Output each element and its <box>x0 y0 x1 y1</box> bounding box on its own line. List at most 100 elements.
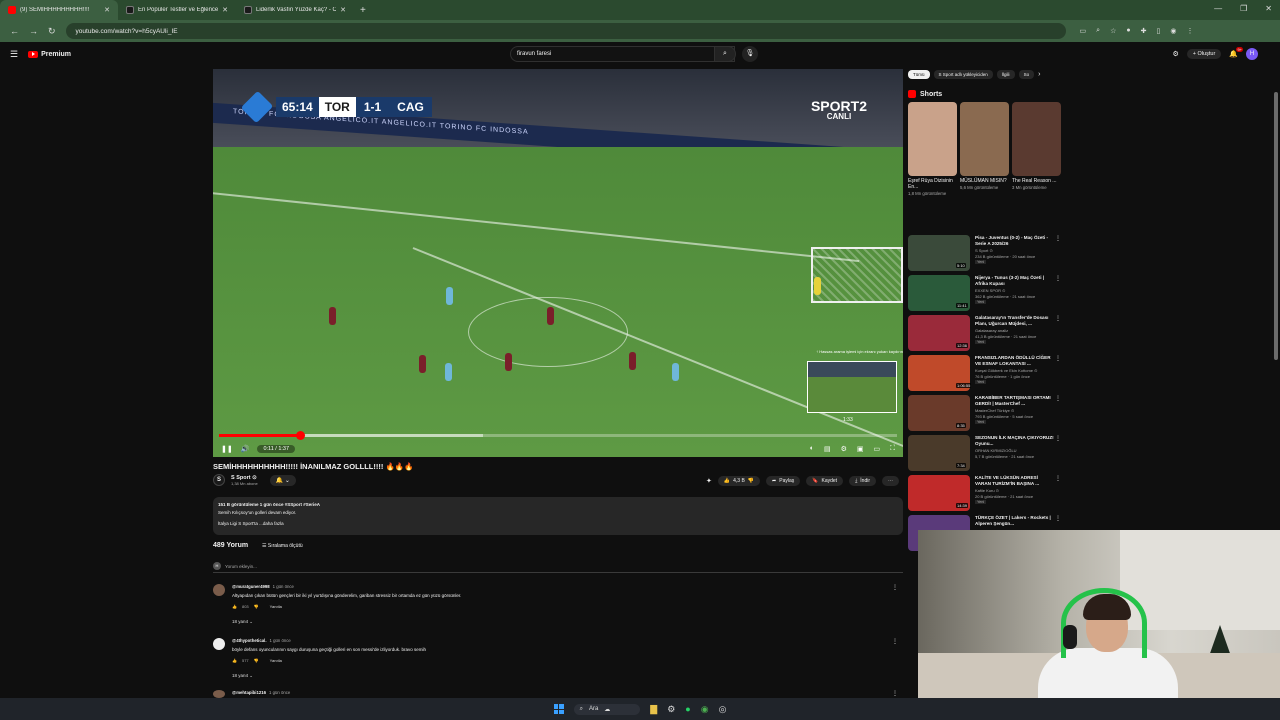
browser-menu-icon[interactable]: ⋮ <box>1186 27 1193 35</box>
minimize-icon[interactable]: — <box>1214 4 1222 13</box>
miniplayer-icon[interactable]: ▣ <box>857 445 864 453</box>
bookmark-star-icon[interactable]: ☆ <box>1110 27 1116 35</box>
commenter-avatar[interactable] <box>213 690 225 698</box>
gear-icon[interactable]: ⚙ <box>1173 50 1179 58</box>
video-player[interactable]: TORINO FC INDOSSA ANGELICO.IT ANGELICO.I… <box>213 69 903 457</box>
replies-toggle[interactable]: 18 yanıt ⌄ <box>232 673 253 679</box>
file-explorer-icon[interactable]: ▇ <box>650 704 657 715</box>
video-menu-icon[interactable]: ⋮ <box>1055 435 1061 442</box>
reply-button[interactable]: Yanıtla <box>270 658 282 663</box>
video-menu-icon[interactable]: ⋮ <box>1055 235 1061 242</box>
description-box[interactable]: 151 B görüntüleme 1 gün önce #SSport #Se… <box>213 497 903 535</box>
comment-menu-icon[interactable]: ⋮ <box>892 690 898 697</box>
close-tab-icon[interactable]: ✕ <box>222 6 228 14</box>
video-menu-icon[interactable]: ⋮ <box>1055 315 1061 322</box>
like-icon[interactable]: 👍 <box>232 658 237 663</box>
taskbar-search[interactable]: ⌕ Ara ☁ <box>573 703 641 715</box>
channel-avatar[interactable]: S <box>213 474 225 486</box>
dislike-icon[interactable]: 👎 <box>254 604 259 609</box>
avatar[interactable]: H <box>1246 48 1258 60</box>
recommended-video[interactable]: 12:36 Galatasaray'ın Transfer'de Dosası P… <box>908 315 1068 353</box>
comment-menu-icon[interactable]: ⋮ <box>892 584 898 591</box>
forward-icon[interactable]: → <box>29 26 38 36</box>
progress-bar[interactable] <box>219 431 897 440</box>
extensions-puzzle-icon[interactable]: ✚ <box>1141 27 1147 35</box>
autoplay-toggle-icon[interactable]: ◐ <box>810 445 814 453</box>
windows-start-icon[interactable] <box>553 704 564 714</box>
subscribe-bell-button[interactable]: 🔔 ⌄ <box>269 474 296 486</box>
add-comment-field[interactable]: H Yorum ekleyin... <box>213 562 903 573</box>
reply-button[interactable]: Yanıtla <box>270 604 282 609</box>
pause-icon[interactable]: ❚❚ <box>221 445 233 453</box>
recommended-video[interactable]: 5:10 Pisa - Juventus (0-2) - Maç Özeti - … <box>908 235 1068 273</box>
subtitles-icon[interactable]: ▤ <box>824 445 831 453</box>
settings-icon[interactable]: ⚙ <box>667 704 675 715</box>
short-item[interactable]: MÜSLÜMAN MISIN? 5,6 Mn görüntüleme <box>960 102 1009 196</box>
save-button[interactable]: 🔖 Kaydet <box>806 476 844 486</box>
settings-gear-icon[interactable]: ⚙ <box>841 445 847 453</box>
hamburger-menu-icon[interactable]: ☰ <box>10 49 18 60</box>
close-tab-icon[interactable]: ✕ <box>340 6 346 14</box>
back-icon[interactable]: ← <box>10 26 19 36</box>
replies-toggle[interactable]: 18 yanıt ⌄ <box>232 619 253 625</box>
comment-author[interactable]: @muratguner4998 1 gün önce <box>232 584 294 589</box>
video-menu-icon[interactable]: ⋮ <box>1055 275 1061 282</box>
maximize-icon[interactable]: ❐ <box>1240 4 1247 13</box>
sort-button[interactable]: ☰ Sıralama ölçütü <box>262 543 303 549</box>
dislike-icon[interactable]: 👎 <box>748 478 754 484</box>
theater-mode-icon[interactable]: ▭ <box>873 445 880 453</box>
whatsapp-icon[interactable]: ● <box>685 704 690 714</box>
chip-all[interactable]: Tümü <box>908 70 930 79</box>
short-item[interactable]: The Real Reason ... 3 Mn görüntüleme <box>1012 102 1061 196</box>
browser-tab-1[interactable]: (9) SEMİHHHHHHHHH!!!! ✕ <box>0 0 118 20</box>
recommended-video[interactable]: 7:34 SEZONUN İLK MAÇINA ÇIKIYORUZ! Oyunu.… <box>908 435 1068 473</box>
comment-author[interactable]: @mehtapibi1216 1 gün önce <box>232 690 290 695</box>
reload-icon[interactable]: ↻ <box>48 26 56 37</box>
commenter-avatar[interactable] <box>213 638 225 650</box>
video-menu-icon[interactable]: ⋮ <box>1055 515 1061 522</box>
chip-more[interactable]: So <box>1018 70 1035 79</box>
close-window-icon[interactable]: ✕ <box>1265 4 1272 13</box>
more-actions-button[interactable]: ⋯ <box>882 476 900 486</box>
close-tab-icon[interactable]: ✕ <box>104 6 110 14</box>
sidebar-icon[interactable]: ▯ <box>1156 27 1160 35</box>
youtube-logo[interactable]: Premium <box>28 50 71 58</box>
extension-icon[interactable]: ● <box>1126 27 1130 35</box>
like-button[interactable]: 👍 4,3 B 👎 <box>717 476 761 486</box>
like-icon[interactable]: 👍 <box>232 604 237 609</box>
comment-author[interactable]: @4thypothetical. 1 gün önce <box>232 638 291 643</box>
premium-icon[interactable]: ✦ <box>706 477 712 485</box>
fullscreen-icon[interactable]: ⛶ <box>890 445 895 453</box>
voice-search-button[interactable]: 🎙 <box>742 46 758 62</box>
search-input[interactable]: firavun faresi ✕ <box>510 46 735 62</box>
browser-tab-2[interactable]: En Popüler Testler ve Eğlenceli ✕ <box>118 0 236 20</box>
video-menu-icon[interactable]: ⋮ <box>1055 355 1061 362</box>
zoom-icon[interactable]: ⌕ <box>1096 27 1100 35</box>
new-tab-button[interactable]: + <box>360 5 366 16</box>
video-menu-icon[interactable]: ⋮ <box>1055 475 1061 482</box>
chip-uploader[interactable]: S Sport adlı yükleyiciden <box>933 70 993 79</box>
dislike-icon[interactable]: 👎 <box>254 658 259 663</box>
commenter-avatar[interactable] <box>213 584 225 596</box>
cast-icon[interactable]: ▭ <box>1080 27 1087 35</box>
notifications-bell-icon[interactable]: 🔔 9+ <box>1229 47 1243 58</box>
chevron-right-icon[interactable]: › <box>1038 71 1040 78</box>
recommended-video[interactable]: 1:06:55 FRANSIZLARDAN ÖDÜLLÜ CİĞER VE ESN… <box>908 355 1068 393</box>
recommended-video[interactable]: 8:35 KARABİBER TARTIŞMASI ORTAMI GERDİ! |… <box>908 395 1068 433</box>
address-bar[interactable]: youtube.com/watch?v=h5cyAUli_IE <box>65 23 1066 39</box>
channel-name[interactable]: S Sport ⊙ <box>231 475 258 481</box>
create-button[interactable]: + Oluştur <box>1186 49 1222 59</box>
chip-related[interactable]: İlgili <box>996 70 1015 79</box>
volume-icon[interactable]: 🔊 <box>241 445 250 453</box>
search-button[interactable]: ⌕ <box>714 46 736 62</box>
download-button[interactable]: ⤓ İndir <box>849 476 877 486</box>
recommended-video[interactable]: 11:41 Nijerya - Tunus (3-2) Maç Özeti | A… <box>908 275 1068 313</box>
share-button[interactable]: ➦ Paylaş <box>766 476 801 486</box>
chrome-icon[interactable]: ◉ <box>701 704 709 715</box>
page-scrollbar[interactable] <box>1274 92 1278 360</box>
comment-menu-icon[interactable]: ⋮ <box>892 638 898 645</box>
profile-icon[interactable]: ◉ <box>1170 27 1176 35</box>
recommended-video[interactable]: 14:39 KALİTE VE LÜKSÜN ADRESİ VARAN TURİZ… <box>908 475 1068 513</box>
app-icon[interactable]: ◎ <box>719 704 727 715</box>
video-menu-icon[interactable]: ⋮ <box>1055 395 1061 402</box>
